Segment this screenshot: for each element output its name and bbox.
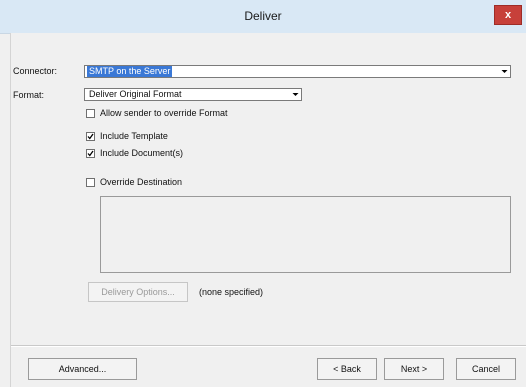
chevron-down-icon[interactable] [500,67,509,76]
dialog-body: Connector: SMTP on the Server Format: De… [10,33,526,387]
include-documents-label: Include Document(s) [100,148,184,158]
window-title: Deliver [244,9,282,23]
override-destination-label: Override Destination [100,177,183,187]
connector-select[interactable]: SMTP on the Server [84,65,511,78]
advanced-button[interactable]: Advanced... [28,358,137,380]
check-icon [87,150,94,157]
allow-override-label: Allow sender to override Format [100,108,228,118]
back-button[interactable]: < Back [317,358,377,380]
include-template-label: Include Template [100,131,168,141]
format-value: Deliver Original Format [89,89,182,99]
deliver-dialog: Deliver x Connector: SMTP on the Server … [0,0,526,387]
delivery-options-button[interactable]: Delivery Options... [88,282,188,302]
format-label: Format: [13,90,45,100]
connector-label: Connector: [13,66,58,76]
connector-value: SMTP on the Server [87,66,173,77]
title-bar: Deliver x [0,0,526,34]
include-template-checkbox[interactable] [86,132,95,141]
override-destination-checkbox[interactable] [86,178,95,187]
chevron-down-icon[interactable] [291,90,300,99]
next-button[interactable]: Next > [384,358,444,380]
cancel-button[interactable]: Cancel [456,358,516,380]
include-documents-checkbox[interactable] [86,149,95,158]
close-button[interactable]: x [494,5,522,25]
format-select[interactable]: Deliver Original Format [84,88,302,101]
footer-separator [11,345,526,347]
delivery-status-text: (none specified) [199,287,264,297]
destination-textarea[interactable] [100,196,511,273]
allow-override-checkbox[interactable] [86,109,95,118]
check-icon [87,133,94,140]
close-icon: x [504,9,512,21]
